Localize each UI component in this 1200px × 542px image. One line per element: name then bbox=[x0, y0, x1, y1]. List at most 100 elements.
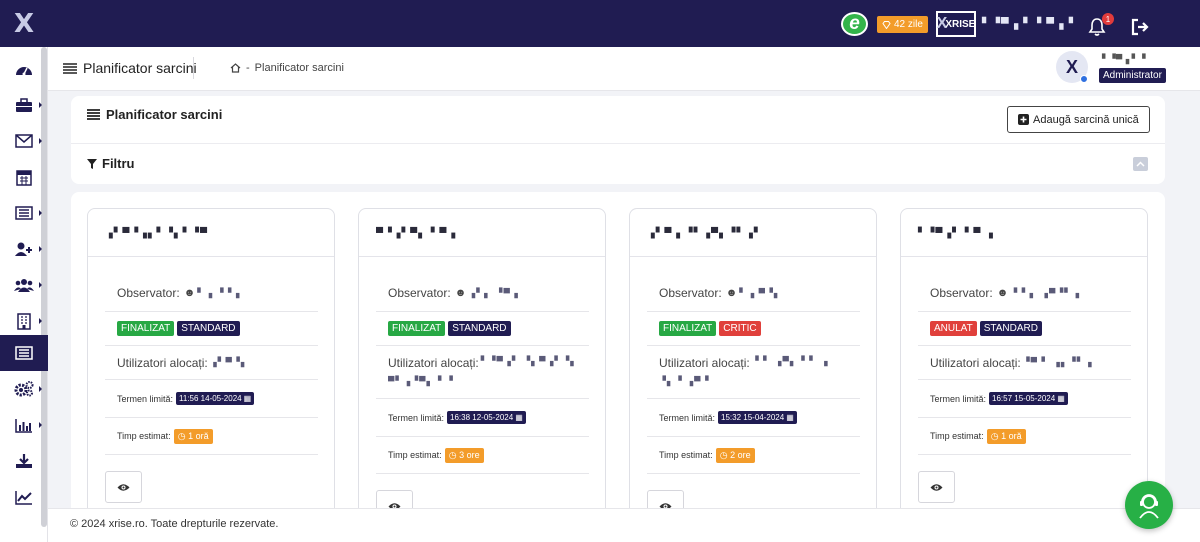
deadline-value: 11:56 14-05-2024 bbox=[179, 394, 242, 403]
deadline-badge: 11:56 14-05-2024 ▦ bbox=[176, 392, 255, 405]
sidebar-item-building[interactable] bbox=[0, 303, 48, 339]
briefcase-icon bbox=[16, 97, 32, 112]
estimate-label: Timp estimat: bbox=[930, 431, 984, 441]
mail-icon bbox=[15, 134, 33, 148]
company-name[interactable]: ▘▝▀▗ ▘▝ ▀▗▝ bbox=[982, 17, 1074, 30]
notification-count-badge: 1 bbox=[1102, 13, 1114, 25]
plus-square-icon bbox=[1018, 114, 1029, 125]
sidebar-item-reports[interactable] bbox=[0, 407, 48, 443]
status-badge: FINALIZAT bbox=[659, 321, 717, 336]
clock-icon: ◷ bbox=[448, 449, 457, 460]
brand-label: XRISE bbox=[945, 18, 976, 30]
allocated-users-more: ▝▖ ▘▗▀▝ bbox=[659, 376, 710, 386]
allocated-users-row: Utilizatori alocați: ▝▀ ▘ ▗▖▝▘▗ bbox=[918, 346, 1131, 380]
app-logo[interactable]: X bbox=[0, 0, 48, 47]
allocated-users-row: Utilizatori alocați: ▗▘▀▝▖ bbox=[105, 346, 318, 380]
add-unique-task-button[interactable]: Adaugă sarcină unică bbox=[1007, 106, 1150, 133]
user-name[interactable]: ▘▝▀▗ ▘▝ bbox=[1102, 54, 1145, 65]
add-user-icon bbox=[15, 242, 32, 256]
task-card: ▗▘▀ ▖▝▘▗▀▖▝▘▗▘ Observator: ☻ ▘▗ ▀▝▖ FINA… bbox=[629, 208, 877, 522]
settings-icon bbox=[14, 381, 34, 397]
deadline-badge: 16:38 12-05-2024 ▦ bbox=[447, 411, 526, 424]
support-chat-button[interactable] bbox=[1125, 481, 1173, 529]
sidebar-item-list[interactable] bbox=[0, 195, 48, 231]
calendar-icon: ▦ bbox=[243, 394, 252, 403]
clock-icon: ◷ bbox=[719, 449, 728, 460]
allocated-users: ▘▝▀▗▘ ▝▖▀▗▘▝▖ bbox=[480, 356, 579, 366]
estimate-label: Timp estimat: bbox=[117, 431, 171, 441]
estimate-value: 1 oră bbox=[188, 430, 209, 441]
allocated-users-row: Utilizatori alocați: ▝ ▘ ▗▀▖▝ ▘ ▗ ▝▖ ▘▗▀▝ bbox=[647, 346, 860, 399]
allocated-users-label: Utilizatori alocați: bbox=[930, 355, 1021, 370]
estimate-label: Timp estimat: bbox=[388, 450, 442, 460]
deadline-value: 15:32 15-04-2024 bbox=[721, 413, 785, 422]
observer-row: Observator: ☻ ▘▗ ▝ ▘▖ bbox=[105, 275, 318, 312]
deadline-row: Termen limită: 16:38 12-05-2024 ▦ bbox=[376, 399, 589, 437]
view-task-button[interactable] bbox=[918, 471, 955, 503]
view-task-button[interactable] bbox=[105, 471, 142, 503]
priority-badge: STANDARD bbox=[177, 321, 240, 336]
sidebar bbox=[0, 47, 48, 542]
status-badge: FINALIZAT bbox=[388, 321, 446, 336]
task-card-header: ▘▝▀▗▘▝ ▀ ▗ bbox=[901, 209, 1147, 257]
sidebar-item-calendar[interactable] bbox=[0, 159, 48, 195]
sidebar-item-users[interactable] bbox=[0, 267, 48, 303]
task-title[interactable]: ▀▝▗▘▀▖▝ ▀▗ bbox=[376, 228, 456, 239]
estimate-value: 1 oră bbox=[1001, 430, 1022, 441]
allocated-users-label: Utilizatori alocați: bbox=[117, 355, 208, 370]
priority-badge: CRITIC bbox=[719, 321, 761, 336]
sidebar-item-dashboard[interactable] bbox=[0, 51, 48, 87]
task-title[interactable]: ▘▝▀▗▘▝ ▀ ▗ bbox=[918, 228, 994, 239]
tasks-panel: ▗▘▀▝▗▖▘▝▖▘▝▀ Observator: ☻ ▘▗ ▝ ▘▖ FINAL… bbox=[71, 192, 1165, 522]
chevron-up-icon bbox=[1136, 161, 1145, 167]
deadline-badge: 15:32 15-04-2024 ▦ bbox=[718, 411, 797, 424]
clock-icon: ◷ bbox=[990, 430, 999, 441]
dashboard-icon bbox=[16, 67, 32, 76]
deadline-row: Termen limită: 16:57 15-05-2024 ▦ bbox=[918, 380, 1131, 418]
task-title[interactable]: ▗▘▀▝▗▖▘▝▖▘▝▀ bbox=[105, 228, 208, 239]
avatar[interactable]: X bbox=[1056, 51, 1088, 83]
user-icon: ☻ bbox=[183, 287, 196, 299]
users-icon bbox=[14, 278, 34, 292]
tags-row: FINALIZAT STANDARD bbox=[376, 312, 589, 346]
filter-toggle[interactable]: Filtru bbox=[87, 156, 135, 171]
allocated-users-label: Utilizatori alocați: bbox=[388, 356, 479, 370]
priority-badge: STANDARD bbox=[979, 321, 1042, 336]
deadline-badge: 16:57 15-05-2024 ▦ bbox=[989, 392, 1068, 405]
tags-row: FINALIZAT STANDARD bbox=[105, 312, 318, 346]
calendar-icon: ▦ bbox=[1057, 394, 1065, 403]
sidebar-item-add-user[interactable] bbox=[0, 231, 48, 267]
estimate-value: 2 ore bbox=[730, 449, 751, 460]
company-logo[interactable]: X XRISE bbox=[936, 11, 976, 37]
observer-row: Observator: ☻ ▝ ▘▖ ▗▀▝▘▗ bbox=[918, 275, 1131, 312]
deadline-row: Termen limită: 11:56 14-05-2024 ▦ bbox=[105, 380, 318, 418]
estimate-badge: ◷ 3 ore bbox=[444, 447, 484, 463]
sidebar-item-tasks[interactable] bbox=[0, 335, 48, 371]
panel-divider bbox=[71, 143, 1165, 144]
user-icon: ☻ bbox=[725, 287, 738, 299]
support-agent-icon bbox=[1139, 494, 1159, 519]
trial-days-badge[interactable]: 42 zile bbox=[877, 16, 928, 33]
sidebar-item-analytics[interactable] bbox=[0, 479, 48, 515]
deadline-label: Termen limită: bbox=[117, 393, 174, 404]
sidebar-item-briefcase[interactable] bbox=[0, 87, 48, 123]
user-icon: ☻ bbox=[454, 287, 467, 299]
sidebar-item-settings[interactable] bbox=[0, 371, 48, 407]
logout-icon[interactable] bbox=[1130, 18, 1150, 36]
green-e-icon[interactable]: e bbox=[841, 12, 868, 36]
allocated-users-label: Utilizatori alocați: bbox=[659, 356, 750, 370]
sidebar-item-download[interactable] bbox=[0, 443, 48, 479]
estimate-label: Timp estimat: bbox=[659, 450, 713, 460]
estimate-row: Timp estimat: ◷ 1 oră bbox=[105, 418, 318, 455]
page-title-text: Planificator sarcini bbox=[83, 60, 197, 76]
observer-row: Observator: ☻ ▘▗ ▀▝▖ bbox=[647, 275, 860, 312]
collapse-filter-button[interactable] bbox=[1133, 157, 1148, 171]
breadcrumb: - Planificator sarcini bbox=[230, 62, 344, 74]
filter-label: Filtru bbox=[102, 156, 135, 171]
observer-name: ▝ ▘▖ ▗▀▝▘▗ bbox=[1010, 287, 1081, 298]
home-icon[interactable] bbox=[230, 63, 241, 73]
tasks-icon bbox=[63, 62, 77, 74]
task-planner-panel: Planificator sarcini Adaugă sarcină unic… bbox=[71, 96, 1165, 184]
sidebar-item-mail[interactable] bbox=[0, 123, 48, 159]
task-title[interactable]: ▗▘▀ ▖▝▘▗▀▖▝▘▗▘ bbox=[647, 228, 763, 239]
